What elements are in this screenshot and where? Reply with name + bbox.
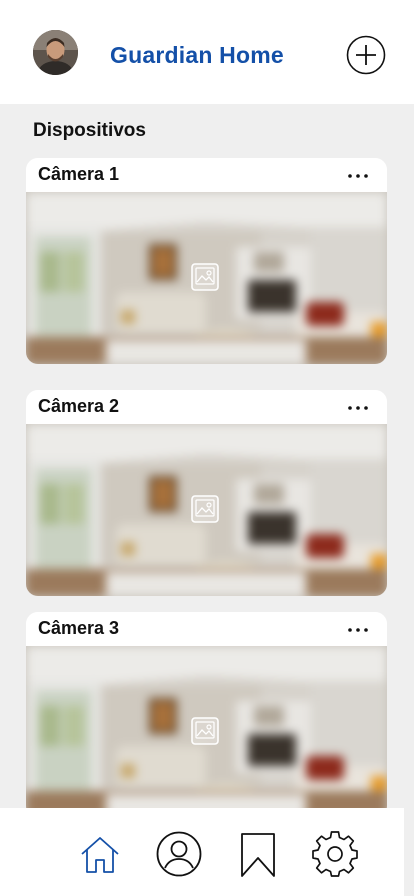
camera-title: Câmera 3 xyxy=(38,618,120,638)
camera-card[interactable]: Câmera 1 xyxy=(26,158,387,364)
add-device-button[interactable] xyxy=(346,35,386,75)
home-icon xyxy=(81,837,119,873)
image-icon xyxy=(191,263,219,291)
more-horizontal-icon xyxy=(348,174,368,178)
more-horizontal-icon xyxy=(348,628,368,632)
profile-icon xyxy=(156,831,202,877)
nav-settings[interactable] xyxy=(311,830,359,878)
camera-card[interactable]: Câmera 3 xyxy=(26,612,387,818)
nav-profile[interactable] xyxy=(155,830,203,878)
more-horizontal-icon xyxy=(348,406,368,410)
nav-home[interactable] xyxy=(76,830,124,878)
image-placeholder xyxy=(191,495,219,523)
nav-bookmarks[interactable] xyxy=(234,830,282,878)
bottom-nav xyxy=(0,808,404,896)
settings-icon xyxy=(312,831,358,877)
plus-circle-icon xyxy=(346,35,386,75)
camera-menu-button[interactable] xyxy=(345,618,371,638)
image-icon xyxy=(191,495,219,523)
camera-feed[interactable] xyxy=(26,646,387,818)
camera-card[interactable]: Câmera 2 xyxy=(26,390,387,596)
section-title: Dispositivos xyxy=(33,120,146,141)
app-title: Guardian Home xyxy=(110,42,284,68)
bookmark-icon xyxy=(241,833,275,877)
image-icon xyxy=(191,717,219,745)
app-screen: Guardian Home Dispositivos Câmera 1 Câme… xyxy=(0,0,414,896)
camera-title: Câmera 2 xyxy=(38,396,120,416)
avatar[interactable] xyxy=(33,30,78,75)
app-header: Guardian Home xyxy=(0,0,414,104)
camera-menu-button[interactable] xyxy=(345,396,371,416)
camera-card-header: Câmera 2 xyxy=(26,390,387,424)
camera-feed[interactable] xyxy=(26,192,387,364)
camera-card-header: Câmera 3 xyxy=(26,612,387,646)
camera-feed[interactable] xyxy=(26,424,387,596)
camera-title: Câmera 1 xyxy=(38,164,120,184)
image-placeholder xyxy=(191,717,219,745)
camera-card-header: Câmera 1 xyxy=(26,158,387,192)
camera-menu-button[interactable] xyxy=(345,164,371,184)
image-placeholder xyxy=(191,263,219,291)
